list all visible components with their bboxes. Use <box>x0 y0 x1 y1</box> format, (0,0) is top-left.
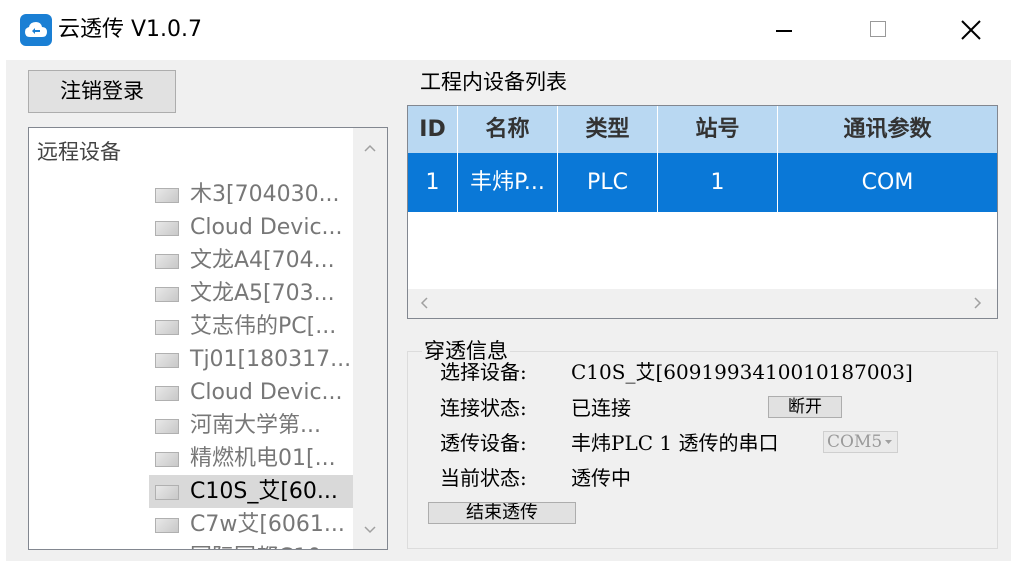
tree-header: 远程设备 <box>29 128 353 176</box>
chevron-down-icon <box>885 440 892 444</box>
tree-item[interactable]: 精燃机电01[... <box>149 442 353 475</box>
device-icon <box>155 485 179 500</box>
window-title: 云透传 V1.0.7 <box>58 17 203 42</box>
tree-item[interactable]: Cloud Devic... <box>149 211 353 244</box>
tree-item[interactable]: 艾志伟的PC[... <box>149 310 353 343</box>
tree-item[interactable]: 国际国都C10... <box>149 541 353 549</box>
tree-item-label: 精燃机电01[... <box>190 446 336 471</box>
tree-item[interactable]: Tj01[180317... <box>149 343 353 376</box>
tree-item[interactable]: 文龙A4[704... <box>149 244 353 277</box>
chevron-left-icon[interactable] <box>420 297 428 309</box>
column-header-name[interactable]: 名称 <box>458 106 558 153</box>
current-state-label: 当前状态: <box>440 466 527 490</box>
device-icon <box>155 188 179 203</box>
tree-item-label: Cloud Devic... <box>190 215 343 240</box>
tree-item-label: 河南大学第... <box>190 413 321 438</box>
tree-item[interactable]: 文龙A5[703... <box>149 277 353 310</box>
tree-item[interactable]: 河南大学第... <box>149 409 353 442</box>
chevron-right-icon[interactable] <box>974 297 982 309</box>
passthrough-device-value: 丰炜PLC 1 透传的串口 <box>571 431 779 455</box>
table-cell-type[interactable]: PLC <box>558 153 658 212</box>
port-select[interactable]: COM5 <box>823 431 898 453</box>
device-list-title: 工程内设备列表 <box>420 70 567 94</box>
column-header-id[interactable]: ID <box>408 106 458 153</box>
cloud-icon <box>20 14 52 46</box>
tree-item[interactable]: Cloud Devic... <box>149 376 353 409</box>
table-cell-name[interactable]: 丰炜P... <box>458 153 558 212</box>
device-icon <box>155 353 179 368</box>
tree-item-label: 文龙A5[703... <box>190 281 335 306</box>
device-icon <box>155 386 179 401</box>
remote-device-tree[interactable]: 木3[704030... Cloud Devic... 文龙A4[704... 文龙A… <box>28 127 388 550</box>
connection-status-label: 连接状态: <box>440 396 527 420</box>
chevron-up-icon[interactable] <box>364 144 376 152</box>
logout-button[interactable]: 注销登录 <box>28 70 176 113</box>
select-device-value: C10S_艾[6091993410010187003] <box>571 360 913 384</box>
select-device-label: 选择设备: <box>440 360 527 384</box>
tree-items: 木3[704030... Cloud Devic... 文龙A4[704... 文龙A… <box>29 128 353 549</box>
device-icon <box>155 452 179 467</box>
window-edge <box>0 60 6 561</box>
table-horizontal-scrollbar[interactable] <box>408 289 997 318</box>
column-header-station[interactable]: 站号 <box>658 106 778 153</box>
tree-item-label: Tj01[180317... <box>190 347 352 372</box>
device-icon <box>155 221 179 236</box>
device-icon <box>155 254 179 269</box>
end-passthrough-button[interactable]: 结束透传 <box>428 502 576 524</box>
tree-item-label: C10S_艾[60... <box>190 479 338 504</box>
tree-item-label: C7w艾[6061... <box>190 512 345 537</box>
title-bar: 云透传 V1.0.7 <box>0 0 1011 60</box>
device-table[interactable]: ID 名称 类型 站号 通讯参数 1 丰炜P... PLC 1 COM <box>407 105 998 319</box>
disconnect-button[interactable]: 断开 <box>768 396 842 418</box>
column-header-comm[interactable]: 通讯参数 <box>778 106 997 153</box>
tree-item-label: 文龙A4[704... <box>190 248 335 273</box>
maximize-button[interactable] <box>833 0 923 60</box>
minimize-icon <box>776 30 792 32</box>
passthrough-device-label: 透传设备: <box>440 431 527 455</box>
tree-item[interactable]: C7w艾[6061... <box>149 508 353 541</box>
connection-status-value: 已连接 <box>571 396 631 420</box>
close-button[interactable] <box>925 0 1011 60</box>
tree-vertical-scrollbar[interactable] <box>353 128 387 549</box>
device-icon <box>155 419 179 434</box>
tree-item-label: 艾志伟的PC[... <box>190 314 337 339</box>
tree-item-label: 木3[704030... <box>190 182 340 207</box>
device-icon <box>155 518 179 533</box>
tree-item-label: Cloud Devic... <box>190 380 343 405</box>
table-cell-comm[interactable]: COM <box>778 153 997 212</box>
close-icon <box>961 20 981 40</box>
minimize-button[interactable] <box>738 0 828 60</box>
tree-item-label: 国际国都C10... <box>190 541 342 549</box>
table-cell-id[interactable]: 1 <box>408 153 458 212</box>
current-state-value: 透传中 <box>571 466 631 490</box>
port-select-value: COM5 <box>827 432 883 452</box>
table-cell-station[interactable]: 1 <box>658 153 778 212</box>
device-icon <box>155 320 179 335</box>
device-icon <box>155 287 179 302</box>
tree-item[interactable]: C10S_艾[60... <box>149 475 353 508</box>
tree-item[interactable]: 木3[704030... <box>149 178 353 211</box>
chevron-down-icon[interactable] <box>364 526 376 534</box>
column-header-type[interactable]: 类型 <box>558 106 658 153</box>
maximize-icon <box>870 21 886 37</box>
